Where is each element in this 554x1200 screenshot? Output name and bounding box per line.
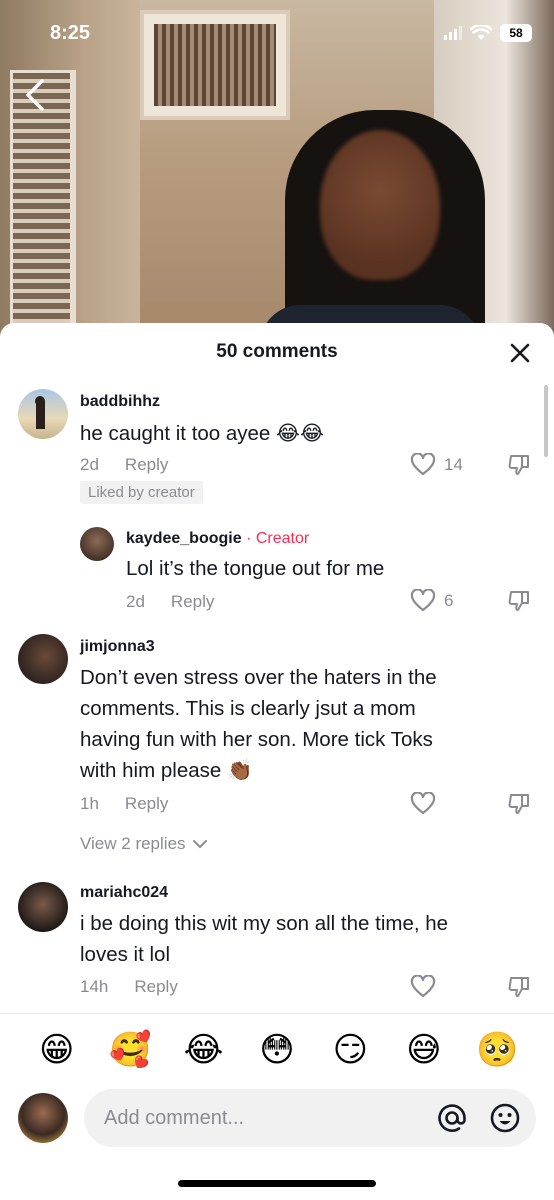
comment-meta: 14h Reply [80, 977, 178, 997]
view-replies-label: View 2 replies [80, 834, 186, 853]
creator-label: Creator [255, 530, 310, 547]
like-count: 6 [444, 591, 454, 610]
reply-button[interactable]: Reply [125, 794, 168, 814]
comment-time: 2d [80, 455, 99, 474]
comment-text: Don’t even stress over the haters in the… [80, 666, 437, 782]
comment-time: 1h [80, 794, 99, 813]
view-replies-button[interactable]: View 2 replies [80, 834, 208, 854]
video-background[interactable] [0, 0, 554, 340]
avatar[interactable] [18, 634, 68, 684]
battery-indicator: 58 [500, 24, 532, 42]
wifi-icon [470, 25, 492, 40]
reply-button[interactable]: Reply [125, 455, 168, 475]
liked-by-creator-badge: Liked by creator [80, 481, 203, 504]
dislike-icon[interactable] [507, 453, 531, 477]
reply-button[interactable]: Reply [171, 592, 214, 612]
heart-icon [410, 453, 436, 476]
comment-meta: 2d Reply [126, 592, 214, 612]
dislike-icon[interactable] [507, 792, 531, 816]
comment-time: 14h [80, 977, 109, 996]
emoji-smirk-button[interactable]: 😏 [327, 1030, 373, 1070]
my-avatar[interactable] [18, 1093, 68, 1143]
like-button[interactable] [410, 792, 436, 816]
comment-username[interactable]: baddbihhz [80, 393, 160, 411]
comment-text: Lol it’s the tongue out for me [126, 557, 385, 580]
comment-text: he caught it too ayee 😂😂 [80, 422, 324, 445]
separator: · [241, 530, 256, 547]
reply-button[interactable]: Reply [134, 977, 177, 997]
comment-time: 2d [126, 592, 145, 611]
scrollbar[interactable] [544, 385, 548, 457]
status-icons: 58 [444, 24, 532, 42]
quick-emoji-bar: 😁 🥰 😂 😳 😏 😅 🥺 [0, 1013, 554, 1085]
chevron-down-icon [192, 840, 207, 849]
home-indicator[interactable] [178, 1180, 376, 1187]
emoji-flushed-button[interactable]: 😳 [254, 1030, 300, 1070]
like-count: 14 [444, 455, 463, 474]
status-time: 8:25 [50, 22, 91, 44]
dislike-icon[interactable] [507, 589, 531, 613]
comment-text: i be doing this wit my son all the time,… [80, 912, 449, 966]
mention-at-icon[interactable] [436, 1102, 468, 1134]
emoji-sweat-smile-button[interactable]: 😅 [401, 1030, 447, 1070]
avatar[interactable] [80, 527, 114, 561]
reply-username[interactable]: kaydee_boogie [126, 530, 242, 547]
comment-username[interactable]: jimjonna3 [80, 638, 155, 656]
emoji-hearts-button[interactable]: 🥰 [107, 1030, 153, 1070]
avatar[interactable] [18, 882, 68, 932]
add-comment-input[interactable] [84, 1089, 536, 1147]
heart-icon [410, 975, 436, 998]
emoji-tears-of-joy-button[interactable]: 😂 [181, 1030, 227, 1070]
comment-meta: 1h Reply [80, 794, 168, 814]
video-person [260, 110, 490, 340]
like-button[interactable] [410, 975, 436, 999]
back-chevron-icon[interactable] [22, 78, 50, 112]
avatar[interactable] [18, 389, 68, 439]
close-icon[interactable] [510, 343, 530, 363]
like-button[interactable]: 14 [410, 453, 463, 477]
signal-icon [444, 26, 462, 40]
comment-username: kaydee_boogie · Creator [126, 530, 309, 548]
comments-count-title: 50 comments [216, 341, 338, 362]
emoji-grin-button[interactable]: 😁 [34, 1030, 80, 1070]
like-button[interactable]: 6 [410, 589, 453, 613]
emoji-picker-icon[interactable] [489, 1102, 521, 1134]
ceiling-vent [140, 10, 290, 120]
dislike-icon[interactable] [507, 975, 531, 999]
heart-icon [410, 792, 436, 815]
emoji-pleading-button[interactable]: 🥺 [474, 1030, 520, 1070]
comment-meta: 2d Reply [80, 455, 168, 475]
heart-icon [410, 589, 436, 612]
comment-username[interactable]: mariahc024 [80, 884, 168, 902]
